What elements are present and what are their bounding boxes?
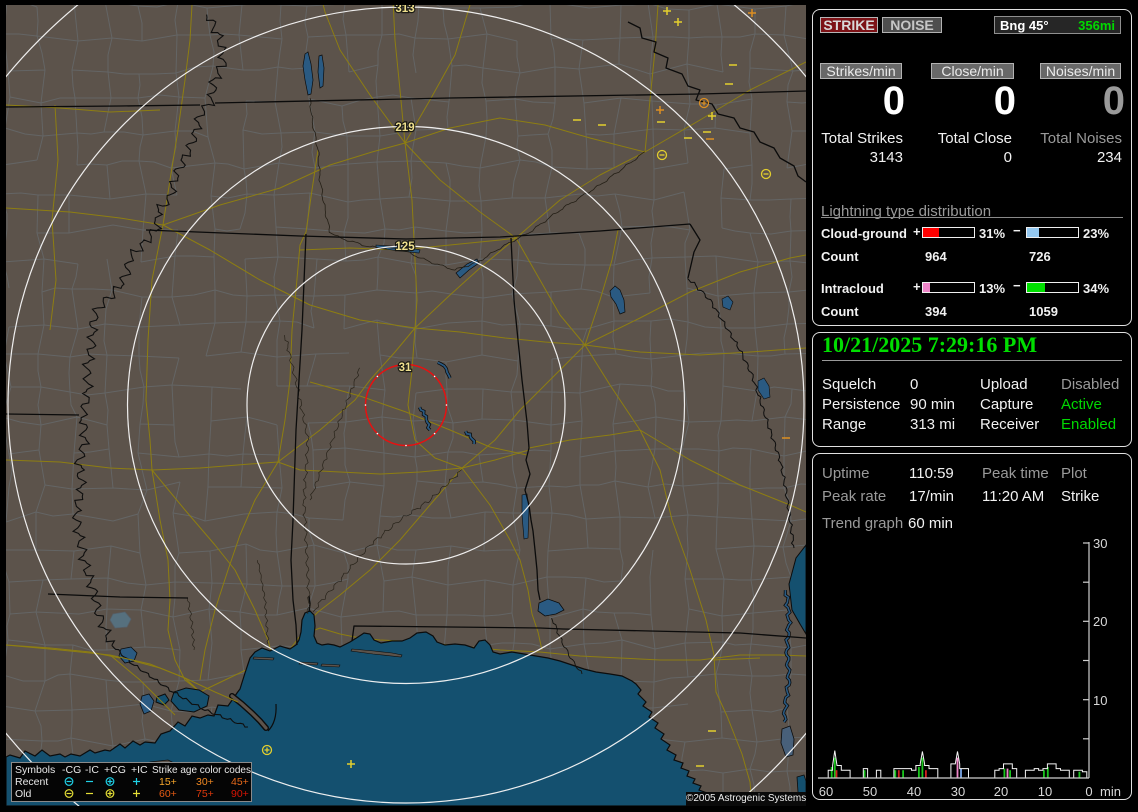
svg-text:60: 60 — [819, 784, 833, 799]
svg-text:20: 20 — [1093, 614, 1107, 629]
svg-text:40: 40 — [907, 784, 921, 799]
svg-text:30: 30 — [1093, 536, 1107, 551]
svg-text:min: min — [1100, 784, 1121, 799]
svg-text:10: 10 — [1038, 784, 1052, 799]
svg-text:30: 30 — [951, 784, 965, 799]
svg-text:0: 0 — [1085, 784, 1092, 799]
svg-text:10: 10 — [1093, 693, 1107, 708]
svg-text:50: 50 — [863, 784, 877, 799]
svg-text:20: 20 — [994, 784, 1008, 799]
